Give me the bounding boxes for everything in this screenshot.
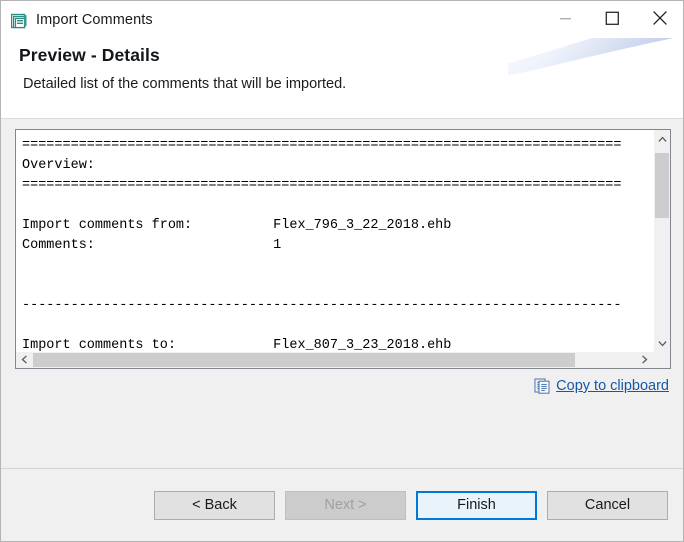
title-bar: Import Comments xyxy=(1,1,683,38)
scrollbar-corner xyxy=(653,351,670,368)
scroll-down-button[interactable] xyxy=(654,334,670,351)
details-text-panel: ========================================… xyxy=(15,129,671,369)
import-comments-dialog: Import Comments Preview - Details Detail… xyxy=(0,0,684,542)
next-button: Next > xyxy=(285,491,406,520)
vertical-scroll-thumb[interactable] xyxy=(655,153,669,218)
window-controls xyxy=(542,1,683,38)
scroll-up-button[interactable] xyxy=(654,130,670,147)
chevron-left-icon xyxy=(21,351,28,368)
clipboard-icon xyxy=(534,378,550,394)
back-button[interactable]: < Back xyxy=(154,491,275,520)
maximize-icon xyxy=(605,11,620,29)
chevron-down-icon xyxy=(657,334,667,352)
finish-button[interactable]: Finish xyxy=(416,491,537,520)
wizard-button-row: < Back Next > Finish Cancel xyxy=(154,491,668,520)
copy-to-clipboard-link[interactable]: Copy to clipboard xyxy=(556,378,669,394)
minimize-icon xyxy=(559,12,572,28)
horizontal-scroll-track[interactable] xyxy=(33,352,636,368)
details-text[interactable]: ========================================… xyxy=(22,136,653,351)
chevron-up-icon xyxy=(657,130,667,148)
scroll-left-button[interactable] xyxy=(16,352,33,368)
dialog-footer: < Back Next > Finish Cancel xyxy=(1,468,683,541)
page-subtitle: Detailed list of the comments that will … xyxy=(23,76,347,92)
maximize-button[interactable] xyxy=(589,1,636,38)
details-text-viewport: ========================================… xyxy=(16,130,653,351)
vertical-scroll-track[interactable] xyxy=(654,147,670,334)
close-icon xyxy=(652,10,668,29)
header-swoosh-decoration xyxy=(498,38,683,78)
wizard-header: Preview - Details Detailed list of the c… xyxy=(1,38,683,119)
page-title: Preview - Details xyxy=(19,45,160,65)
horizontal-scroll-thumb[interactable] xyxy=(33,353,575,367)
import-comments-icon xyxy=(10,13,27,29)
dialog-body: ========================================… xyxy=(1,119,683,468)
vertical-scrollbar[interactable] xyxy=(653,130,670,351)
window-title: Import Comments xyxy=(36,11,153,28)
minimize-button[interactable] xyxy=(542,1,589,38)
scroll-right-button[interactable] xyxy=(636,352,653,368)
cancel-button[interactable]: Cancel xyxy=(547,491,668,520)
horizontal-scrollbar[interactable] xyxy=(16,351,653,368)
copy-to-clipboard-row[interactable]: Copy to clipboard xyxy=(534,375,669,397)
chevron-right-icon xyxy=(641,351,648,368)
close-button[interactable] xyxy=(636,1,683,38)
